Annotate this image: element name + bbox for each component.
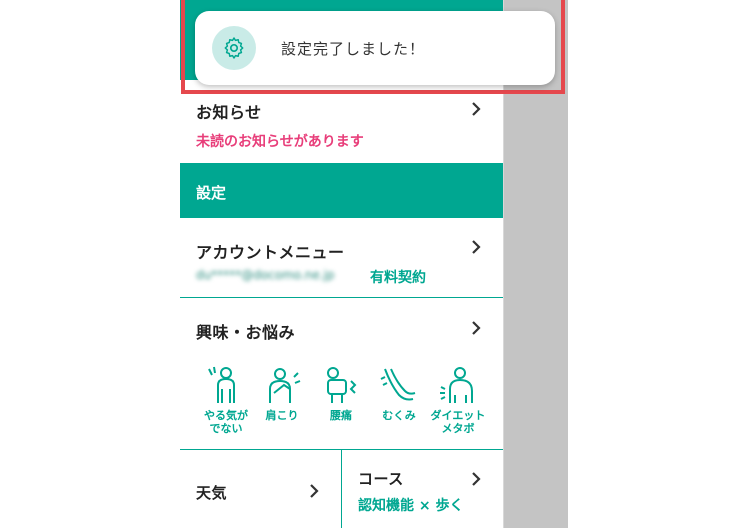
concern-item-swelling[interactable]: むくみ <box>369 365 429 422</box>
toast-notification[interactable]: 設定完了しました！ <box>195 11 555 85</box>
chevron-right-icon[interactable] <box>467 319 485 337</box>
account-menu-title[interactable]: アカウントメニュー <box>196 239 345 263</box>
concern-item-unmotivated[interactable]: やる気が でない <box>196 365 256 435</box>
chevron-right-icon[interactable] <box>467 100 485 118</box>
concerns-title[interactable]: 興味・お悩み <box>196 319 295 343</box>
gear-icon <box>224 37 244 59</box>
concern-label: 腰痛 <box>330 409 352 422</box>
concern-label: むくみ <box>382 409 416 422</box>
weather-title[interactable]: 天気 <box>196 482 227 503</box>
concern-label: ダイエット メタボ <box>430 409 486 435</box>
course-title[interactable]: コース <box>358 468 404 489</box>
notice-status: 未読のお知らせがあります <box>196 134 364 150</box>
divider <box>180 297 503 298</box>
chevron-right-icon[interactable] <box>305 482 323 500</box>
toast-message: 設定完了しました！ <box>281 40 426 58</box>
chevron-right-icon[interactable] <box>467 238 485 256</box>
course-subtitle: 認知機能 × 歩く <box>358 498 464 514</box>
concern-label: やる気が でない <box>204 409 248 435</box>
back-pain-icon <box>327 367 357 403</box>
shoulder-pain-icon <box>269 368 301 403</box>
toast-icon-circle <box>212 26 256 70</box>
diet-person-icon <box>440 367 473 403</box>
plan-badge: 有料契約 <box>370 270 426 286</box>
unmotivated-person-icon <box>208 366 235 403</box>
notice-title[interactable]: お知らせ <box>196 99 262 123</box>
settings-header-label: 設定 <box>196 184 227 202</box>
concern-item-diet[interactable]: ダイエット メタボ <box>428 365 488 435</box>
concern-label: 肩こり <box>265 409 299 422</box>
chevron-right-icon[interactable] <box>467 470 485 488</box>
settings-section-header: 設定 <box>180 163 503 218</box>
divider <box>341 449 342 528</box>
account-email: du*****@docomo.ne.jp <box>196 268 335 282</box>
concern-item-shoulder[interactable]: 肩こり <box>252 365 312 422</box>
swollen-legs-icon <box>380 368 416 401</box>
concern-item-backpain[interactable]: 腰痛 <box>311 365 371 422</box>
